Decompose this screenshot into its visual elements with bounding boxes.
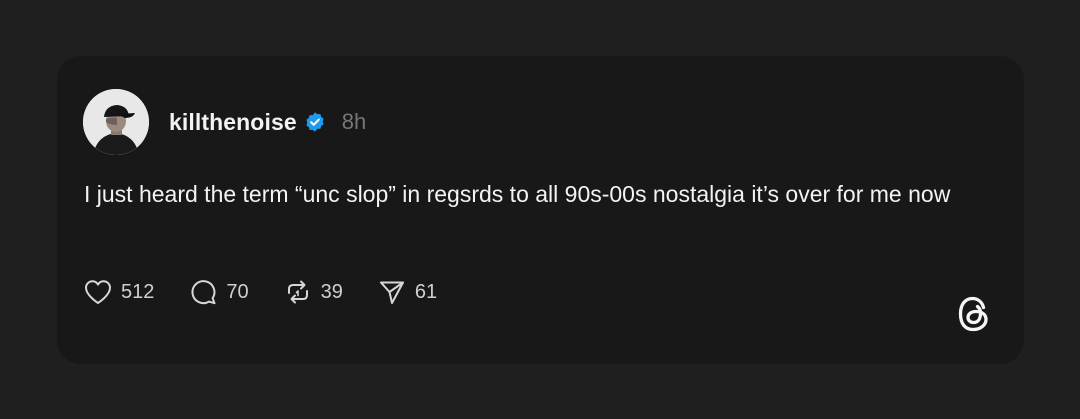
heart-icon (85, 280, 111, 304)
post-timestamp: 8h (341, 109, 367, 134)
share-count: 61 (414, 280, 438, 303)
repost-button[interactable]: 39 (283, 278, 343, 306)
repost-count: 39 (320, 280, 343, 303)
reply-count: 70 (226, 280, 249, 303)
post-text: I just heard the term “unc slop” in regs… (84, 181, 951, 207)
repost-icon (287, 280, 308, 304)
send-icon (379, 281, 404, 304)
share-button[interactable]: 61 (377, 278, 437, 306)
threads-logo-icon (956, 294, 992, 334)
verified-badge-icon (304, 111, 326, 133)
post-actions: 512 70 39 61 (83, 278, 471, 306)
post-card: killthenoise 8h I just heard the term “u… (57, 56, 1024, 364)
avatar[interactable] (83, 89, 149, 155)
reply-button[interactable]: 70 (188, 278, 249, 306)
speech-bubble-icon (191, 280, 216, 305)
username[interactable]: killthenoise (169, 109, 297, 136)
like-count: 512 (121, 280, 155, 303)
post-header: killthenoise 8h (83, 89, 366, 155)
like-button[interactable]: 512 (83, 278, 154, 306)
